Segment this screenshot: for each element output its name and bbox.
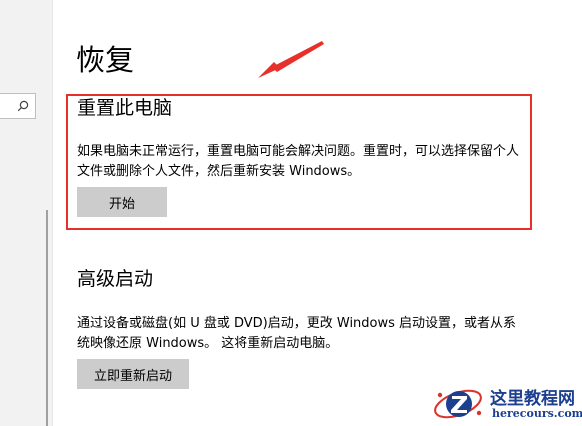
search-icon [17,100,29,112]
watermark: 这里教程网 herecours.com [430,382,582,426]
reset-pc-title: 重置此电脑 [77,97,173,119]
watermark-site-url: herecours.com [492,407,582,420]
settings-search-box[interactable] [0,93,36,119]
settings-nav-pane [0,0,53,426]
scrollbar[interactable] [46,210,48,426]
page-title: 恢复 [76,43,135,77]
advanced-startup-title: 高级启动 [77,268,154,290]
watermark-logo-icon [434,389,482,419]
restart-now-button[interactable]: 立即重新启动 [77,359,189,389]
reset-start-button[interactable]: 开始 [77,187,167,217]
reset-pc-description: 如果电脑未正常运行，重置电脑可能会解决问题。重置时，可以选择保留个人文件或删除个… [77,144,520,179]
advanced-startup-description: 通过设备或磁盘(如 U 盘或 DVD)启动，更改 Windows 启动设置，或者… [77,316,517,351]
annotation-arrow [258,41,324,78]
watermark-site-name: 这里教程网 [490,389,575,409]
